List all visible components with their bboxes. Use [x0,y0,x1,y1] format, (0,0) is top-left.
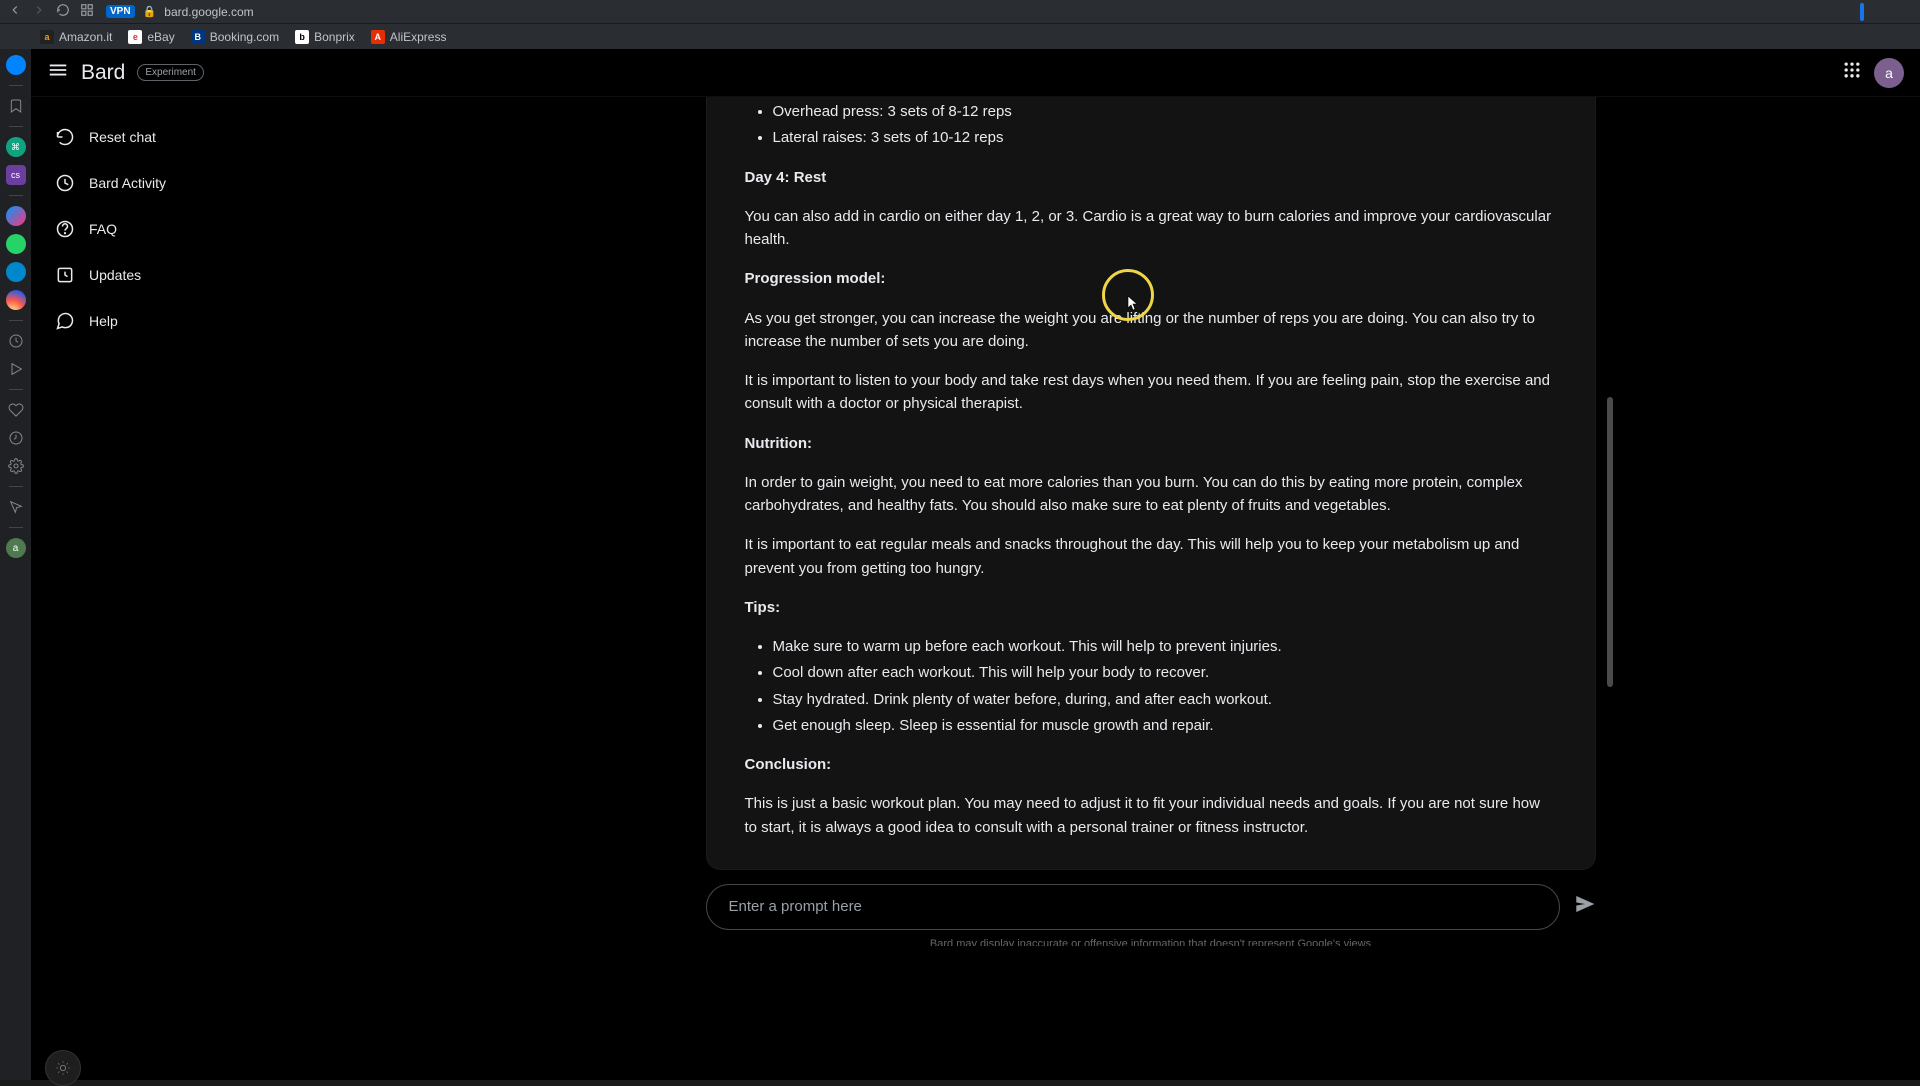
heading-day4: Day 4: Rest [745,166,1557,189]
paragraph: It is important to listen to your body a… [745,369,1557,416]
exercise-list: Overhead press: 3 sets of 8-12 reps Late… [745,100,1557,150]
lock-icon: 🔒 [143,5,157,18]
theme-toggle-button[interactable] [45,1050,81,1086]
bard-sidebar: Reset chat Bard Activity FAQ Updates Hel… [31,97,381,1080]
paragraph: As you get stronger, you can increase th… [745,307,1557,354]
os-item-history[interactable] [6,428,26,448]
list-item: Stay hydrated. Drink plenty of water bef… [773,688,1557,711]
list-item: Get enough sleep. Sleep is essential for… [773,714,1557,737]
bookmark-ebay[interactable]: eeBay [128,30,174,44]
input-row [706,884,1596,930]
heading-tips: Tips: [745,596,1557,619]
prompt-input-container[interactable] [706,884,1560,930]
bookmarks-bar: aAmazon.it eeBay BBooking.com bBonprix A… [0,24,1920,49]
list-item: Make sure to warm up before each workout… [773,635,1557,658]
bookmark-aliexpress[interactable]: AAliExpress [371,30,447,44]
list-item: Overhead press: 3 sets of 8-12 reps [773,100,1557,123]
nav-faq[interactable]: FAQ [41,209,381,249]
experiment-badge: Experiment [137,64,204,81]
back-button[interactable] [8,3,22,20]
os-item-a[interactable]: a [6,538,26,558]
nav-buttons [8,3,94,20]
os-sidebar: ⌘ cs a [0,49,31,1080]
send-button[interactable] [1574,893,1596,920]
os-item-settings[interactable] [6,456,26,476]
os-item-clock[interactable] [6,331,26,351]
heading-progression: Progression model: [745,267,1557,290]
prompt-input[interactable] [729,898,1537,915]
os-item-chatgpt[interactable]: ⌘ [6,137,26,157]
heading-conclusion: Conclusion: [745,753,1557,776]
nav-updates[interactable]: Updates [41,255,381,295]
apps-grid-icon[interactable] [1842,60,1862,85]
browser-toolbar: VPN 🔒 bard.google.com [0,0,1920,24]
paragraph: It is important to eat regular meals and… [745,533,1557,580]
os-item-heart[interactable] [6,400,26,420]
os-item-play[interactable] [6,359,26,379]
os-item-bookmark[interactable] [6,96,26,116]
paragraph: This is just a basic workout plan. You m… [745,792,1557,839]
bookmark-booking[interactable]: BBooking.com [191,30,279,44]
os-item-opera[interactable] [6,55,26,75]
tips-list: Make sure to warm up before each workout… [745,635,1557,737]
os-item-whatsapp[interactable] [6,234,26,254]
os-item-pointer[interactable] [6,497,26,517]
url-text: bard.google.com [164,5,253,19]
reload-button[interactable] [56,3,70,20]
nav-reset-chat[interactable]: Reset chat [41,117,381,157]
os-item-telegram[interactable] [6,262,26,282]
list-item: Lateral raises: 3 sets of 10-12 reps [773,126,1557,149]
forward-button[interactable] [32,3,46,20]
url-bar[interactable]: VPN 🔒 bard.google.com [106,5,1800,19]
os-item-cs[interactable]: cs [6,165,26,185]
paragraph: You can also add in cardio on either day… [745,205,1557,252]
os-item-instagram[interactable] [6,290,26,310]
bard-header: Bard Experiment a [31,49,1920,97]
chat-card: Overhead press: 3 sets of 8-12 reps Late… [706,97,1596,870]
bard-app: Bard Experiment a Reset chat Bard Activi… [31,49,1920,1080]
nav-bard-activity[interactable]: Bard Activity [41,163,381,203]
footer-disclaimer: Bard may display inaccurate or offensive… [706,938,1596,946]
paragraph: In order to gain weight, you need to eat… [745,471,1557,518]
vpn-badge: VPN [106,5,135,18]
bookmark-bonprix[interactable]: bBonprix [295,30,355,44]
browser-right-icons [1812,3,1912,21]
bookmark-amazon[interactable]: aAmazon.it [40,30,112,44]
hamburger-icon[interactable] [47,59,69,86]
brand-name: Bard [81,61,125,85]
avatar[interactable]: a [1874,58,1904,88]
response-content: Overhead press: 3 sets of 8-12 reps Late… [745,100,1557,839]
scrollbar-thumb[interactable] [1607,397,1613,687]
chat-area: Overhead press: 3 sets of 8-12 reps Late… [381,97,1920,1080]
os-item-messenger[interactable] [6,206,26,226]
nav-help[interactable]: Help [41,301,381,341]
translate-icon[interactable] [1860,3,1864,21]
dashboard-icon[interactable] [80,3,94,20]
heading-nutrition: Nutrition: [745,432,1557,455]
list-item: Cool down after each workout. This will … [773,661,1557,684]
